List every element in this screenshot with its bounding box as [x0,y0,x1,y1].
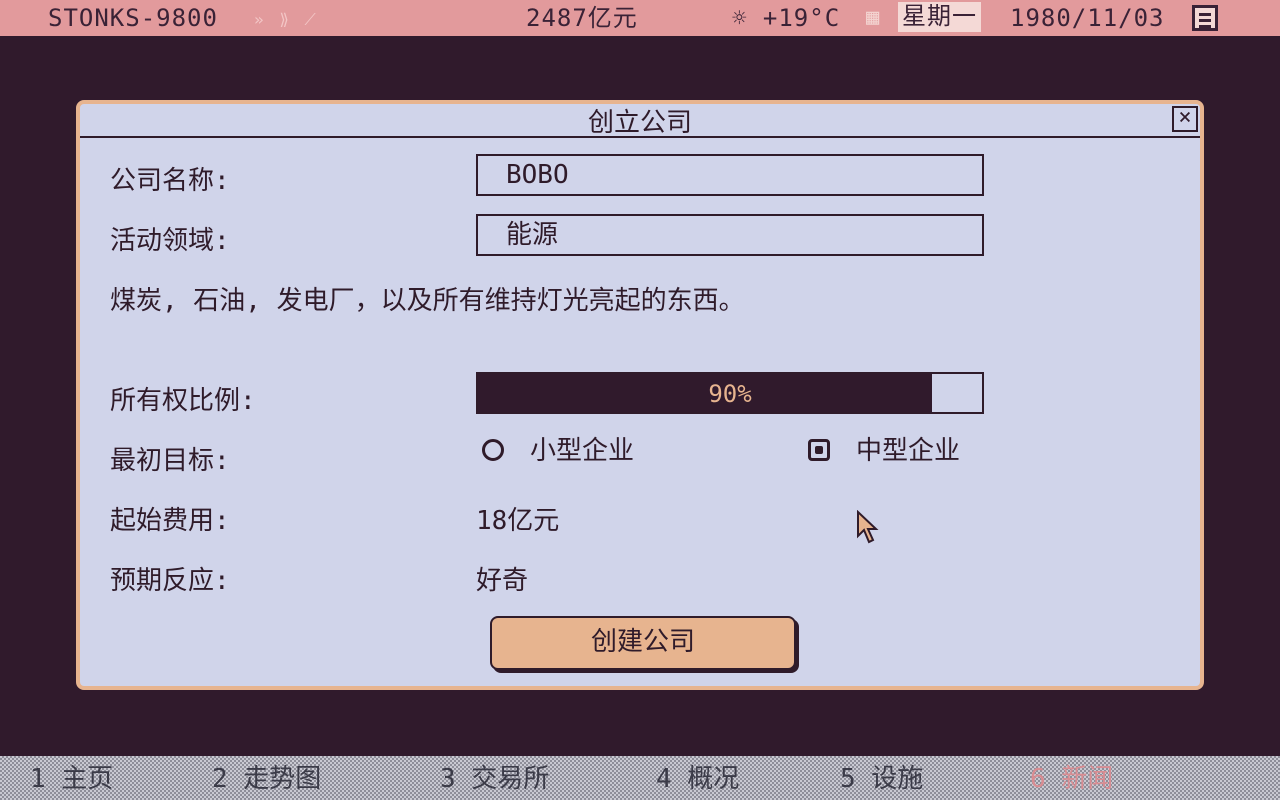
app-name: STONKS-9800 [48,4,218,32]
activity-field-select[interactable]: 能源 [476,214,984,256]
radio-selected-icon [808,439,830,461]
calendar-icon: ▦ [866,5,881,30]
mouse-cursor-icon [857,510,879,544]
ownership-slider[interactable]: 90% [476,372,984,414]
nav-item-home[interactable]: 1 主页 [30,762,113,796]
activity-field-label: 活动领域: [110,226,230,256]
nav-item-overview[interactable]: 4 概况 [656,762,739,796]
cost-value: 18亿元 [476,506,560,536]
reaction-label: 预期反应: [110,566,230,596]
bottom-nav: 1 主页 2 走势图 3 交易所 4 概况 5 设施 6 新闻 [0,756,1280,800]
money-display: 2487亿元 [526,4,638,32]
goal-option-label: 小型企业 [530,436,635,466]
create-company-button[interactable]: 创建公司 [490,616,796,670]
goal-option-small[interactable]: 小型企业 [482,434,634,468]
company-name-label: 公司名称: [110,166,230,196]
activity-description: 煤炭, 石油, 发电厂，以及所有维持灯光亮起的东西。 [110,286,745,316]
company-name-field[interactable]: BOBO [476,154,984,196]
menu-icon[interactable] [1192,5,1218,31]
ownership-value: 90% [708,380,752,408]
dialog-title: 创立公司 [80,104,1200,138]
nav-item-news[interactable]: 6 新闻 [1030,762,1113,796]
ownership-label: 所有权比例: [110,386,256,416]
cost-label: 起始费用: [110,506,230,536]
nav-item-charts[interactable]: 2 走势图 [212,762,321,796]
close-icon[interactable]: × [1172,106,1198,132]
date-display: 1980/11/03 [1010,4,1165,32]
weekday-display: 星期一 [898,2,981,32]
goal-label: 最初目标: [110,446,230,476]
goal-option-label: 中型企业 [856,436,961,466]
create-company-dialog: 创立公司 × 公司名称: BOBO 活动领域: 能源 煤炭, 石油, 发电厂，以… [76,100,1204,690]
top-status-bar: STONKS-9800 » ⟫ ⟋ 2487亿元 ☼ +19°C ▦ 星期一 1… [0,0,1280,36]
goal-option-medium[interactable]: 中型企业 [808,434,960,468]
reaction-value: 好奇 [476,566,529,596]
status-icons: » ⟫ ⟋ [254,10,319,29]
nav-item-facilities[interactable]: 5 设施 [840,762,923,796]
radio-unselected-icon [482,439,504,461]
weather-display: ☼ +19°C [732,4,841,32]
nav-item-exchange[interactable]: 3 交易所 [440,762,549,796]
